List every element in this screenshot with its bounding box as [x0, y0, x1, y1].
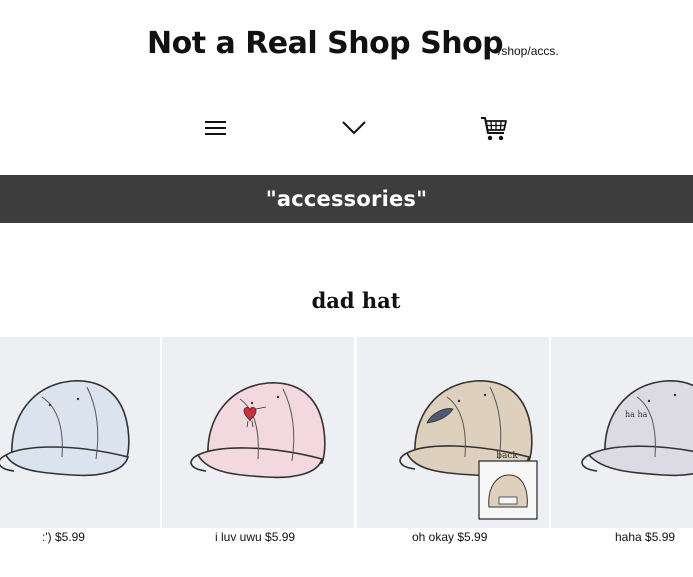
cap-emblem-text: ha ha [625, 410, 648, 419]
product-card[interactable]: i luv uwu $5.99 [162, 337, 354, 567]
dropdown-button[interactable] [334, 108, 374, 148]
product-card[interactable]: back oh okay $5.99 [357, 337, 549, 567]
hamburger-menu-icon [205, 121, 226, 135]
category-banner: "accessories" [0, 175, 693, 223]
site-title[interactable]: Not a Real Shop Shop [147, 26, 504, 61]
cap-image [162, 337, 354, 528]
product-card[interactable]: ha ha haha $5.99 [551, 337, 693, 567]
category-title: "accessories" [265, 187, 428, 211]
product-caption[interactable]: haha $5.99 [615, 530, 675, 546]
cap-image: back [357, 337, 549, 528]
product-grid: :') $5.99 i luv uwu $5.99 back oh okay $… [0, 337, 693, 577]
product-image[interactable] [162, 337, 354, 528]
site-header: Not a Real Shop Shop /shop/accs. [0, 0, 693, 175]
product-card[interactable]: :') $5.99 [0, 337, 160, 567]
shopping-cart-icon [481, 117, 507, 141]
chevron-down-icon [342, 121, 366, 135]
product-caption[interactable]: :') $5.99 [42, 530, 85, 546]
product-caption[interactable]: i luv uwu $5.99 [215, 530, 295, 546]
back-label: back [496, 451, 518, 461]
product-image[interactable] [0, 337, 160, 528]
breadcrumb[interactable]: /shop/accs. [498, 44, 559, 58]
section-title: dad hat [311, 288, 401, 313]
cap-image: ha ha [551, 337, 693, 528]
product-caption[interactable]: oh okay $5.99 [412, 530, 487, 546]
top-nav [0, 108, 693, 148]
cart-button[interactable] [474, 108, 514, 148]
product-image[interactable]: back [357, 337, 549, 528]
cap-image [0, 337, 160, 528]
product-image[interactable]: ha ha [551, 337, 693, 528]
menu-button[interactable] [196, 108, 236, 148]
